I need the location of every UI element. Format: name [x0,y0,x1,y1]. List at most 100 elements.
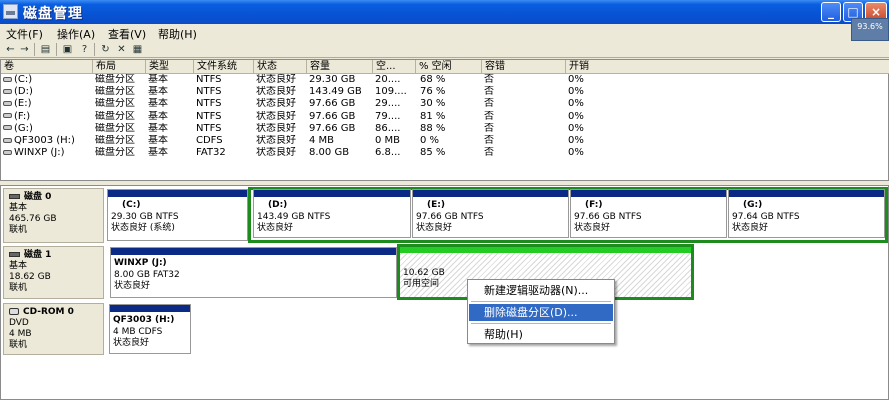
partition-size: 97.66 GB NTFS [416,212,484,222]
cell-text: 68 % [420,74,446,85]
partition-j[interactable]: WINXP (J:) 8.00 GB FAT32 状态良好 [110,247,397,298]
menu-delete-partition[interactable]: 删除磁盘分区(D)... [469,304,613,321]
table-cell: 否 [484,74,564,86]
volume-icon [3,125,12,131]
cell-text: 否 [484,110,494,122]
volume-icon [3,100,12,106]
partition-e[interactable]: (E:) 97.66 GB NTFS 状态良好 [412,189,569,238]
col-header-fault-tolerance[interactable]: 容错 [482,60,566,74]
col-header-capacity[interactable]: 容量 [307,60,373,74]
volume-icon [3,88,12,94]
volume-icon [3,137,12,143]
table-row[interactable]: (E:) 磁盘分区 基本 NTFS 状态良好 97.66 GB 29.... 30 % 否 0% [1,98,889,110]
hard-disk-icon [9,252,20,257]
table-cell: 0% [568,74,628,86]
console-tree-icon[interactable]: ▤ [39,43,52,56]
col-header-percent-free[interactable]: % 空闲 [416,60,482,74]
menu-separator [471,301,611,302]
menu-file[interactable]: 文件(F) [6,26,43,42]
table-row[interactable]: (D:) 磁盘分区 基本 NTFS 状态良好 143.49 GB 109.... 76 % 否 0… [1,86,889,98]
cell-text: 29.30 GB [309,74,356,85]
table-cell: 97.66 GB [309,111,373,123]
partition-c[interactable]: (C:) 29.30 GB NTFS 状态良好 (系统) [107,189,248,241]
table-row[interactable]: (F:) 磁盘分区 基本 NTFS 状态良好 97.66 GB 79.... 81 % 否 0% [1,111,889,123]
hard-disk-icon [9,194,20,199]
disk-1-label[interactable]: 磁盘 1 基本 18.62 GB 联机 [3,246,104,299]
col-header-free-space[interactable]: 空... [373,60,416,74]
cell-text: 97.66 GB [309,98,356,110]
menu-help[interactable]: 帮助(H) [158,26,197,42]
table-row[interactable]: (G:) 磁盘分区 基本 NTFS 状态良好 97.66 GB 86.... 88 % 否 0% [1,123,889,135]
cell-text: 6.8... [375,147,401,159]
partition-status: 状态良好 [113,338,150,348]
col-header-volume[interactable]: 卷 [1,60,93,74]
properties-page-icon[interactable]: ▦ [131,43,144,56]
cell-text: QF3003 (H:) [14,135,75,146]
col-header-status[interactable]: 状态 [254,60,307,74]
table-row[interactable]: WINXP (J:) 磁盘分区 基本 FAT32 状态良好 8.00 GB 6.8... 85… [1,147,889,159]
back-icon[interactable]: ← [4,43,17,56]
cell-text: NTFS [196,98,222,110]
cell-text: 状态良好 [256,86,296,98]
disk-size: 4 MB [9,329,32,339]
title-bar[interactable]: 磁盘管理 _ □ × [0,0,889,24]
partition-d[interactable]: (D:) 143.49 GB NTFS 状态良好 [253,189,411,238]
cell-text: 否 [484,74,494,85]
cell-text: 磁盘分区 [95,74,135,85]
menu-new-logical-drive[interactable]: 新建逻辑驱动器(N)... [469,282,613,299]
col-header-filesystem[interactable]: 文件系统 [194,60,254,74]
disk-0-label[interactable]: 磁盘 0 基本 465.76 GB 联机 [3,188,104,243]
table-cell: 76 % [420,86,482,98]
partition-name: (D:) [268,200,288,210]
partition-status: 状态良好 (系统) [111,223,175,233]
partition-h[interactable]: QF3003 (H:) 4 MB CDFS 状态良好 [109,304,191,354]
cell-text: 状态良好 [256,147,296,159]
table-row[interactable]: (C:) 磁盘分区 基本 NTFS 状态良好 29.30 GB 20.... 68 % 否 0% [1,74,889,86]
context-menu: 新建逻辑驱动器(N)... 删除磁盘分区(D)... 帮助(H) [467,279,615,344]
minimize-button[interactable]: _ [821,2,841,22]
cell-text: 基本 [148,74,168,85]
partition-g[interactable]: (G:) 97.64 GB NTFS 状态良好 [728,189,885,238]
col-header-layout[interactable]: 布局 [93,60,146,74]
properties-icon[interactable]: ▣ [61,43,74,56]
cell-text: 状态良好 [256,110,296,122]
table-cell: 79.... [375,111,417,123]
partition-name: (G:) [743,200,763,210]
cell-text: 基本 [148,98,168,110]
cell-text: 97.66 GB [309,122,356,134]
table-cell: (D:) [3,86,93,98]
table-cell: 状态良好 [256,123,308,135]
cdrom-0-label[interactable]: CD-ROM 0 DVD 4 MB 联机 [3,303,104,355]
partition-size: 4 MB CDFS [113,327,163,337]
disk-status: 联机 [9,283,28,293]
forward-icon[interactable]: → [18,43,31,56]
disk-name: CD-ROM 0 [23,307,74,317]
cell-text: 状态良好 [256,122,296,134]
cell-text: 磁盘分区 [95,135,135,146]
cell-text: 0% [568,110,584,122]
col-header-overhead[interactable]: 开销 [566,60,889,74]
partition-size: 97.66 GB NTFS [574,212,642,222]
table-row[interactable]: QF3003 (H:) 磁盘分区 基本 CDFS 状态良好 4 MB 0 MB 0 % 否 0% [1,135,889,147]
table-cell: 磁盘分区 [95,135,147,147]
menu-action[interactable]: 操作(A) [57,26,95,42]
table-cell: 0% [568,86,628,98]
cell-text: CDFS [196,135,223,146]
refresh-icon[interactable]: ↻ [99,43,112,56]
table-cell: 状态良好 [256,135,308,147]
menu-view[interactable]: 查看(V) [108,26,146,42]
table-cell: NTFS [196,98,254,110]
menu-help-item[interactable]: 帮助(H) [469,326,613,343]
help-icon[interactable]: ? [78,43,91,56]
partition-name: (F:) [585,200,603,210]
disk-name: 磁盘 0 [24,192,52,202]
disk-size: 465.76 GB [9,214,57,224]
partition-name: (E:) [427,200,445,210]
partition-status: 状态良好 [416,223,453,233]
delete-icon[interactable]: ✕ [115,43,128,56]
cell-text: 磁盘分区 [95,147,135,159]
partition-f[interactable]: (F:) 97.66 GB NTFS 状态良好 [570,189,727,238]
cell-text: (G:) [14,122,33,134]
cell-text: 143.49 GB [309,86,362,98]
col-header-type[interactable]: 类型 [146,60,194,74]
